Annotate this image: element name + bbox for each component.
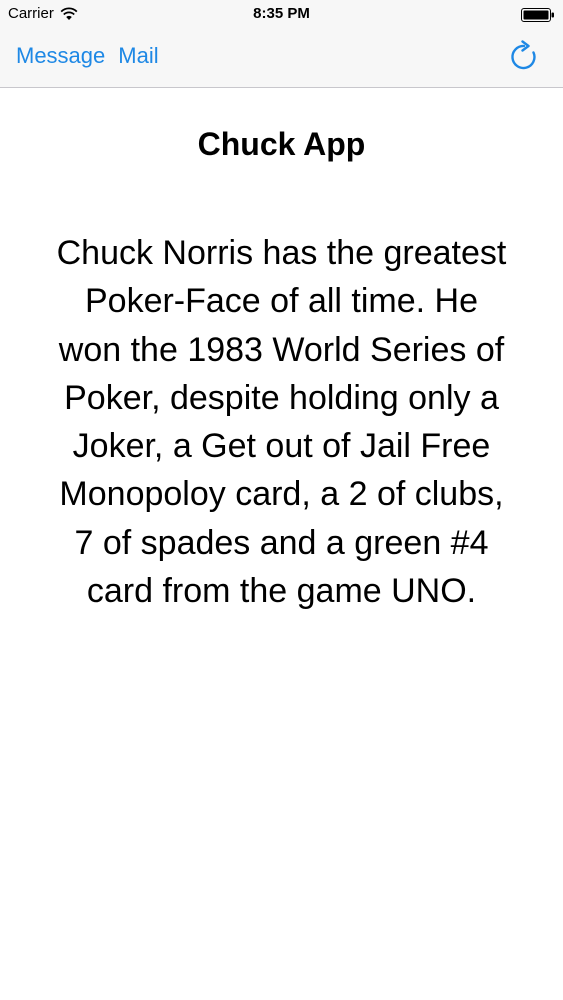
status-bar: Carrier 8:35 PM xyxy=(0,0,563,30)
mail-button[interactable]: Mail xyxy=(118,43,158,69)
navigation-bar: Message Mail xyxy=(0,30,563,88)
message-button[interactable]: Message xyxy=(16,43,105,69)
battery-icon xyxy=(521,8,554,22)
joke-text: Chuck Norris has the greatest Poker-Face… xyxy=(56,234,507,611)
status-time: 8:35 PM xyxy=(253,5,310,22)
refresh-icon[interactable] xyxy=(507,40,541,74)
nav-left-items: Message Mail xyxy=(16,43,159,69)
app-screen: Carrier 8:35 PM Message Mail Chuck App C… xyxy=(0,0,563,1000)
page-title: Chuck App xyxy=(197,126,366,162)
